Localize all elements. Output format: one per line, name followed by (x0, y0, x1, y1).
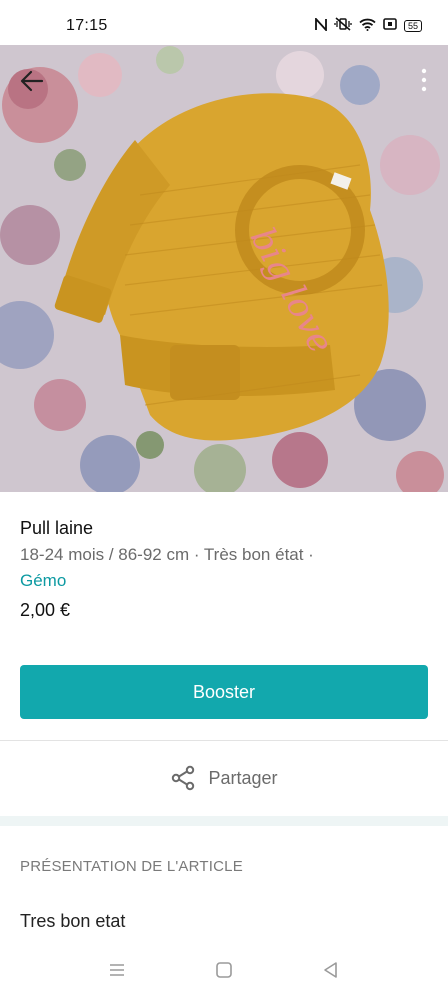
divider (0, 740, 448, 741)
battery-icon: 55 (403, 19, 422, 32)
section-separator (0, 816, 448, 826)
back-nav-button[interactable] (318, 957, 344, 983)
share-label: Partager (208, 767, 278, 788)
back-triangle-icon (324, 962, 337, 978)
status-bar: 17:15 55 (0, 0, 448, 45)
share-icon (172, 765, 195, 791)
product-photo[interactable]: big love (0, 45, 448, 492)
item-title: Pull laine (20, 518, 94, 538)
vibrate-off-icon (334, 17, 352, 34)
menu-icon (110, 964, 124, 976)
booster-button[interactable]: Booster (20, 665, 428, 719)
wifi-icon (359, 18, 376, 34)
item-price: 2,00 € (20, 600, 71, 620)
system-nav-bar (0, 945, 448, 995)
more-vertical-icon (421, 68, 427, 92)
share-button[interactable]: Partager (0, 748, 448, 808)
nfc-icon (315, 16, 327, 34)
home-square-icon (216, 962, 232, 978)
item-meta: 18-24 mois / 86-92 cm · Très bon état · (20, 545, 314, 564)
sweater-photo-image: big love (0, 45, 448, 492)
brand-link[interactable]: Gémo (20, 568, 430, 594)
arrow-left-icon (20, 70, 44, 92)
status-icons: 55 (315, 16, 422, 34)
section-title: PRÉSENTATION DE L'ARTICLE (20, 858, 243, 875)
home-button[interactable] (211, 957, 237, 983)
status-time: 17:15 (66, 17, 108, 34)
more-options-button[interactable] (414, 65, 434, 97)
recent-apps-button[interactable] (104, 957, 130, 983)
sim-icon (383, 18, 397, 33)
item-details: Pull laine 18-24 mois / 86-92 cm · Très … (20, 516, 430, 622)
item-description: Tres bon etat (20, 911, 126, 931)
back-button[interactable] (16, 65, 48, 97)
